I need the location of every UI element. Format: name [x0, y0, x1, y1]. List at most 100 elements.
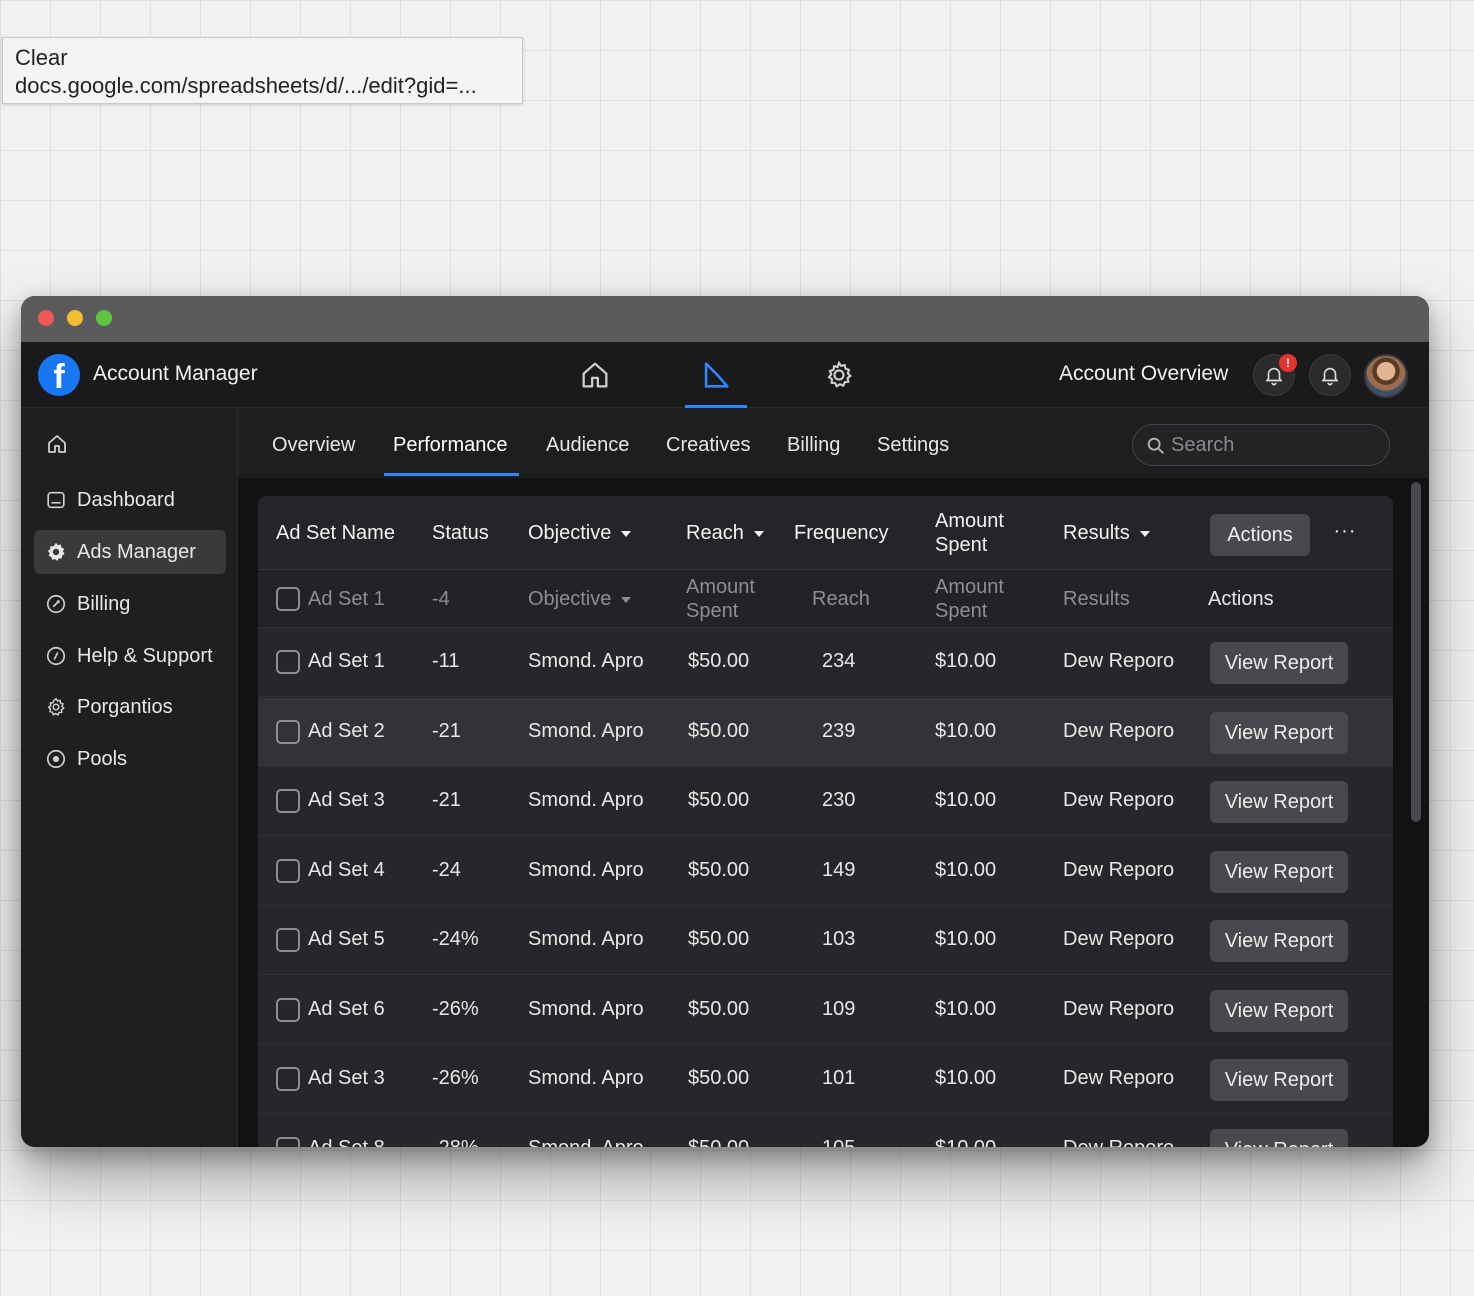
row-checkbox[interactable] — [276, 1067, 300, 1091]
filter-amount-line1: Amount — [935, 576, 1004, 598]
alerts-button[interactable] — [1309, 354, 1351, 396]
table-row[interactable]: Ad Set 4 -24 Smond. Apro $50.00 149 $10.00 Dew… — [258, 836, 1393, 906]
view-report-button[interactable]: View Report — [1210, 1128, 1348, 1147]
ads-manager-icon[interactable] — [699, 358, 733, 392]
col-reach[interactable]: Reach — [686, 522, 764, 545]
settings-gear-icon[interactable] — [822, 358, 856, 392]
view-report-button[interactable]: View Report — [1210, 711, 1348, 754]
row-checkbox[interactable] — [276, 650, 300, 674]
cell-reach: $50.00 — [688, 858, 750, 881]
row-checkbox[interactable] — [276, 997, 300, 1022]
col-frequency[interactable]: Frequency — [794, 522, 889, 545]
view-report-button[interactable]: View Report — [1210, 920, 1348, 962]
search-input[interactable] — [1171, 431, 1371, 459]
col-amount-line2: Spent — [935, 534, 988, 556]
maximize-window-button[interactable] — [96, 310, 112, 326]
col-status[interactable]: Status — [432, 522, 489, 545]
col-ad-set-name[interactable]: Ad Set Name — [276, 522, 395, 545]
top-navbar: f Account Manager Account Overview ! — [21, 342, 1429, 408]
minimize-window-button[interactable] — [67, 310, 83, 326]
col-results-label: Results — [1063, 522, 1130, 544]
table-row[interactable]: Ad Set 2 -21 Smond. Apro $50.00 239 $10.00 Dew… — [258, 697, 1393, 767]
row-checkbox[interactable] — [276, 858, 300, 883]
cell-reach: $50.00 — [688, 997, 750, 1020]
tab-audience[interactable]: Audience — [546, 434, 629, 457]
chevron-down-icon — [621, 596, 632, 603]
notification-badge: ! — [1279, 354, 1297, 372]
tab-settings[interactable]: Settings — [877, 434, 949, 457]
view-report-button[interactable]: View Report — [1210, 642, 1348, 684]
cell-amount-spent: $10.00 — [935, 1137, 996, 1148]
row-checkbox[interactable] — [276, 719, 300, 744]
col-objective[interactable]: Objective — [528, 522, 632, 545]
home-icon[interactable] — [578, 358, 612, 392]
sidebar-home-icon[interactable] — [45, 432, 69, 456]
tab-creatives[interactable]: Creatives — [666, 434, 750, 457]
cell-status: -21 — [432, 719, 461, 742]
sidebar-item-porgantios[interactable]: Porgantios — [34, 685, 226, 729]
table-row[interactable]: Ad Set 6 -26% Smond. Apro $50.00 109 $10.00 De… — [258, 975, 1393, 1045]
sidebar-item-label: Dashboard — [77, 489, 175, 511]
filter-reach: Amount Spent — [686, 575, 755, 623]
cell-frequency: 105 — [822, 1137, 855, 1148]
cell-reach: $50.00 — [688, 789, 750, 811]
sidebar-item-pools[interactable]: Pools — [34, 737, 226, 781]
facebook-logo-icon[interactable]: f — [38, 354, 80, 396]
sidebar-item-label: Help & Support — [77, 645, 213, 667]
filter-actions: Actions — [1208, 588, 1274, 610]
cell-reach: $50.00 — [688, 650, 750, 672]
sidebar-item-billing[interactable]: Billing — [34, 582, 226, 626]
view-report-button[interactable]: View Report — [1210, 781, 1348, 823]
url-tooltip: Clear docs.google.com/spreadsheets/d/...… — [2, 37, 523, 104]
filter-objective[interactable]: Objective — [528, 588, 632, 611]
cell-ad-set-name: Ad Set 3 — [308, 1067, 385, 1089]
row-checkbox[interactable] — [276, 587, 300, 611]
cell-results: Dew Reporo — [1063, 789, 1175, 811]
close-window-button[interactable] — [38, 310, 54, 326]
cell-status: -26% — [432, 1067, 479, 1089]
tab-bar: Overview Performance Audience Creatives … — [238, 408, 1429, 478]
actions-button[interactable]: Actions — [1210, 514, 1310, 556]
table-row[interactable]: Ad Set 3 -21 Smond. Apro $50.00 230 $10.00 Dew… — [258, 767, 1393, 836]
more-options-icon[interactable]: ··· — [1324, 514, 1366, 556]
tab-billing[interactable]: Billing — [787, 434, 840, 457]
table-row[interactable]: Ad Set 3 -26% Smond. Apro $50.00 101 $10.00 De… — [258, 1045, 1393, 1114]
app-title: Account Manager — [93, 362, 258, 385]
cell-objective: Smond. Apro — [528, 789, 644, 811]
cell-frequency: 239 — [822, 719, 856, 742]
cell-objective: Smond. Apro — [528, 997, 644, 1020]
sidebar-item-ads-manager[interactable]: Ads Manager — [34, 530, 226, 574]
table-row[interactable]: Ad Set 1 -11 Smond. Apro $50.00 234 $10.00 Dew… — [258, 628, 1393, 697]
col-amount-spent[interactable]: Amount Spent — [935, 509, 1004, 557]
tooltip-clear[interactable]: Clear — [15, 44, 510, 72]
cell-reach: $50.00 — [688, 719, 750, 742]
user-avatar[interactable] — [1364, 354, 1408, 398]
account-overview-link[interactable]: Account Overview — [1059, 362, 1228, 386]
col-results[interactable]: Results — [1063, 522, 1150, 545]
tab-overview[interactable]: Overview — [272, 434, 355, 457]
cell-ad-set-name: Ad Set 8 — [308, 1137, 385, 1148]
row-checkbox[interactable] — [276, 1136, 300, 1147]
view-report-button[interactable]: View Report — [1210, 1059, 1348, 1101]
chevron-down-icon — [753, 530, 764, 537]
filter-status: -4 — [432, 588, 450, 610]
table-row[interactable]: Ad Set 5 -24% Smond. Apro $50.00 103 $10.00 De… — [258, 906, 1393, 975]
sidebar-item-help-support[interactable]: Help & Support — [34, 634, 226, 678]
vertical-scrollbar[interactable] — [1411, 482, 1421, 822]
cell-amount-spent: $10.00 — [935, 1067, 997, 1089]
tab-performance[interactable]: Performance — [393, 434, 508, 457]
view-report-button[interactable]: View Report — [1210, 850, 1348, 893]
bell-outline-icon — [1321, 367, 1339, 386]
cell-reach: $50.00 — [688, 1067, 750, 1089]
table-row[interactable]: Ad Set 8 -28% Smond. Apro $50.00 105 $10.00 De… — [258, 1114, 1393, 1148]
row-checkbox[interactable] — [276, 789, 300, 813]
sidebar-item-label: Billing — [77, 593, 131, 615]
sidebar-item-dashboard[interactable]: Dashboard — [34, 478, 226, 522]
gear-icon — [47, 542, 65, 561]
view-report-button[interactable]: View Report — [1210, 989, 1348, 1032]
cell-frequency: 101 — [822, 1067, 856, 1089]
cell-amount-spent: $10.00 — [935, 650, 997, 672]
search-box[interactable] — [1132, 424, 1390, 466]
row-checkbox[interactable] — [276, 928, 300, 952]
filter-reach-line2: Spent — [686, 600, 739, 622]
